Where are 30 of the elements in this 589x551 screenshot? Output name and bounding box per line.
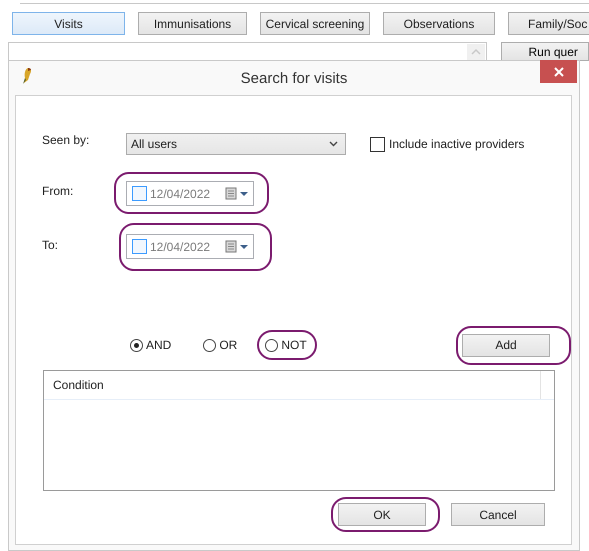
field-label: From: <box>42 184 74 198</box>
date-field[interactable]: 12/04/2022 <box>126 234 254 259</box>
tab[interactable]: Cervical screening <box>260 12 370 35</box>
window-title: Search for visits <box>240 70 348 86</box>
field-label: To: <box>42 238 60 252</box>
date-checkbox[interactable] <box>132 186 147 201</box>
calendar-dropdown-icon[interactable] <box>225 240 250 254</box>
chevron-down-icon <box>329 141 338 147</box>
bird-icon <box>21 67 33 85</box>
radio-button[interactable]: OR <box>203 338 238 352</box>
field-label: Seen by: <box>42 133 90 147</box>
run-query-button[interactable]: Run quer <box>500 42 589 61</box>
date-checkbox[interactable] <box>132 239 147 254</box>
add-button[interactable]: Add <box>462 334 550 356</box>
radio-button[interactable]: AND <box>130 338 172 352</box>
dialog-button[interactable]: OK <box>338 503 426 526</box>
close-button[interactable] <box>540 60 577 83</box>
seen-by-dropdown[interactable]: All users <box>126 133 346 155</box>
date-field[interactable]: 12/04/2022 <box>126 181 254 206</box>
tab[interactable]: Observations <box>383 12 495 35</box>
calendar-dropdown-icon[interactable] <box>225 186 250 200</box>
close-icon <box>554 66 564 76</box>
checkbox[interactable] <box>370 136 385 152</box>
tab[interactable]: Family/Soc <box>508 12 589 35</box>
column-header[interactable]: Condition <box>44 371 540 399</box>
tab[interactable]: Immunisations <box>138 12 247 35</box>
tab[interactable]: Visits <box>12 12 125 35</box>
checkbox-label: Include inactive providers <box>389 137 524 151</box>
radio-button[interactable]: NOT <box>265 338 307 352</box>
dialog-button[interactable]: Cancel <box>451 503 545 526</box>
